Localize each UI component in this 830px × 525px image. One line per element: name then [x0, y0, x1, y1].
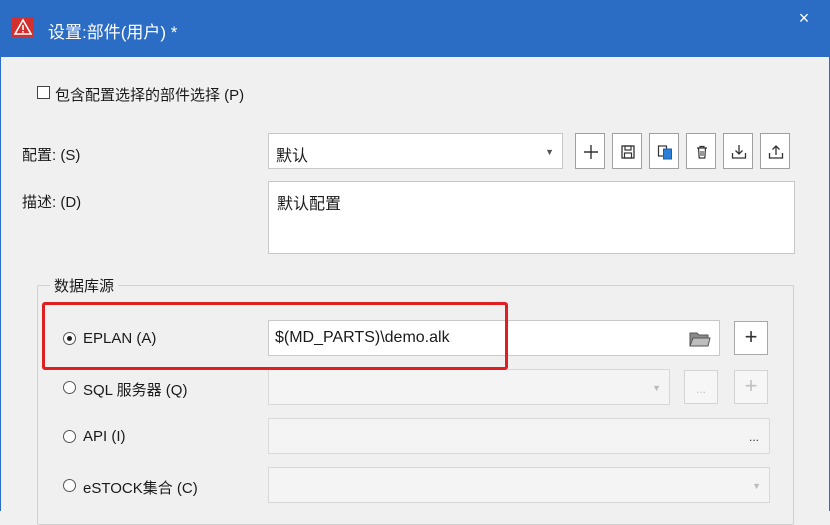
api-radio[interactable]	[63, 430, 76, 443]
estock-radio[interactable]	[63, 479, 76, 492]
config-dropdown[interactable]: 默认 ▼	[268, 133, 563, 169]
window-title: 设置:部件(用户) *	[48, 23, 178, 42]
import-config-button[interactable]	[723, 133, 753, 169]
include-config-label: 包含配置选择的部件选择 (P)	[55, 87, 245, 104]
folder-icon[interactable]	[689, 330, 711, 348]
database-source-legend: 数据库源	[50, 275, 119, 296]
warning-triangle-icon	[12, 17, 34, 37]
export-icon	[768, 145, 784, 159]
save-icon	[621, 145, 635, 159]
add-config-button[interactable]	[575, 133, 605, 169]
description-field[interactable]: 默认配置	[268, 181, 795, 254]
add-icon	[584, 145, 598, 159]
chevron-down-icon: ▼	[752, 481, 761, 491]
import-icon	[731, 145, 747, 159]
description-value: 默认配置	[277, 196, 342, 213]
eplan-add-button[interactable]: +	[734, 321, 768, 355]
delete-config-button[interactable]	[686, 133, 716, 169]
api-label: API (I)	[83, 428, 126, 445]
title-bar: 设置:部件(用户) * ×	[0, 0, 830, 57]
description-label: 描述: (D)	[22, 194, 82, 211]
chevron-down-icon: ▼	[652, 383, 661, 393]
api-field[interactable]: ...	[268, 418, 770, 454]
delete-icon	[697, 145, 707, 159]
api-browse-button[interactable]: ...	[749, 430, 759, 444]
copy-config-button[interactable]	[649, 133, 679, 169]
estock-label: eSTOCK集合 (C)	[83, 480, 198, 497]
chevron-down-icon: ▼	[545, 147, 554, 157]
config-label: 配置: (S)	[22, 147, 81, 164]
copy-icon	[657, 145, 672, 160]
sql-label: SQL 服务器 (Q)	[83, 382, 188, 399]
config-value: 默认	[276, 148, 309, 165]
eplan-label: EPLAN (A)	[83, 330, 157, 347]
estock-dropdown[interactable]: ▼	[268, 467, 770, 503]
include-config-checkbox[interactable]	[37, 86, 50, 99]
sql-browse-button[interactable]: ...	[684, 370, 718, 404]
sql-radio[interactable]	[63, 381, 76, 394]
eplan-radio[interactable]	[63, 332, 76, 345]
save-config-button[interactable]	[612, 133, 642, 169]
eplan-path-value: $(MD_PARTS)\demo.alk	[275, 329, 450, 346]
export-config-button[interactable]	[760, 133, 790, 169]
eplan-path-field[interactable]: $(MD_PARTS)\demo.alk	[268, 320, 720, 356]
sql-server-dropdown[interactable]: ▼	[268, 369, 670, 405]
close-button[interactable]: ×	[794, 8, 814, 28]
sql-add-button[interactable]: +	[734, 370, 768, 404]
